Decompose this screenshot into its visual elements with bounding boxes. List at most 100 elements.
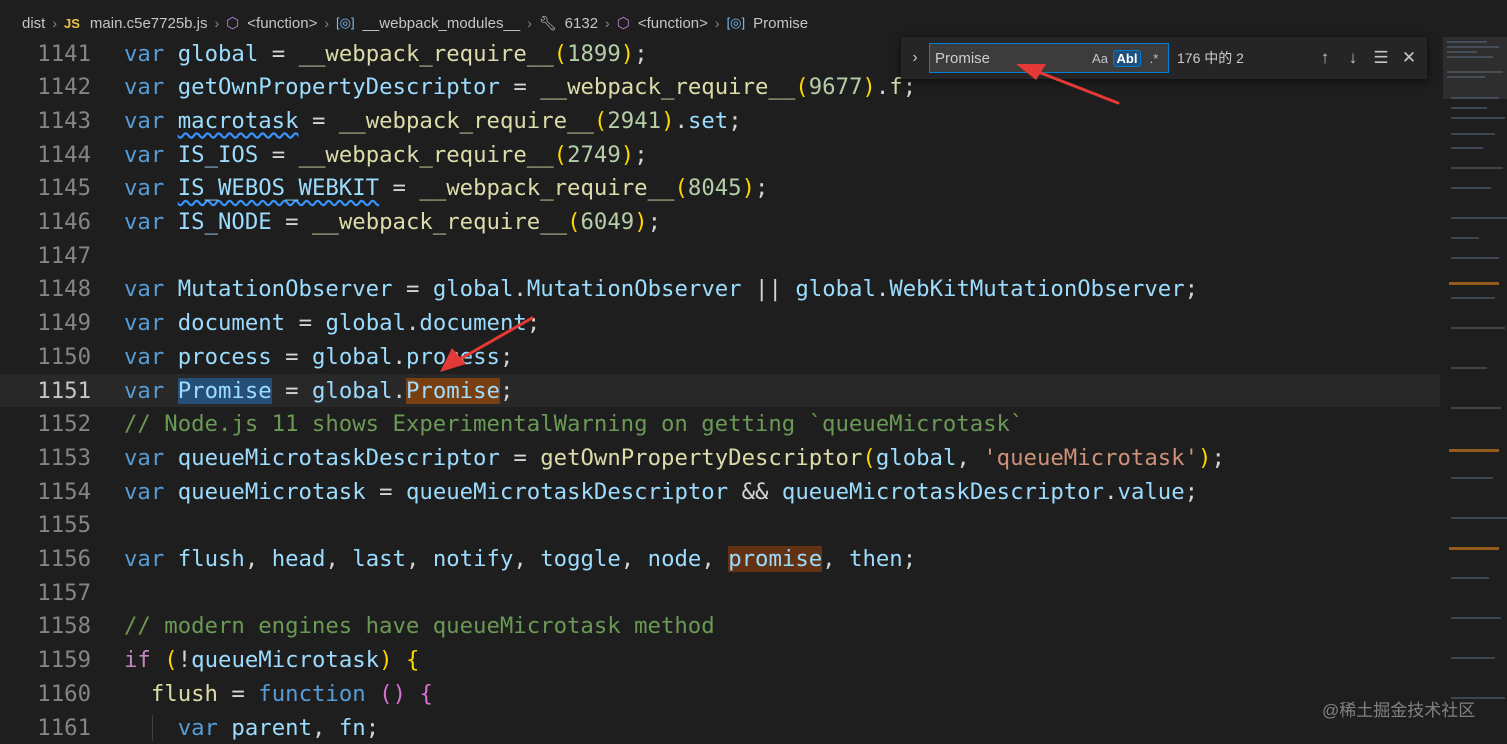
- breadcrumb-symbol-function-2[interactable]: ⬡ <function>: [617, 14, 708, 33]
- chevron-right-icon: ›: [527, 15, 532, 31]
- minimap[interactable]: [1443, 37, 1507, 741]
- minimap-find-highlight: [1449, 547, 1499, 550]
- selection-highlight: Promise: [177, 377, 272, 404]
- find-in-selection-icon[interactable]: ☰: [1367, 48, 1395, 68]
- minimap-line: [1447, 76, 1485, 78]
- minimap-line: [1451, 477, 1493, 479]
- code-text: var MutationObserver = global.MutationOb…: [124, 276, 1199, 303]
- code-line[interactable]: 1147: [0, 239, 1440, 272]
- code-line[interactable]: 1157: [0, 576, 1440, 609]
- code-line-current[interactable]: 1151 var Promise = global.Promise;: [0, 374, 1440, 407]
- line-number: 1143: [37, 107, 91, 134]
- find-input[interactable]: Promise Aa Abl .*: [929, 43, 1169, 73]
- next-match-arrow-down-icon[interactable]: ↓: [1339, 48, 1367, 68]
- minimap-line: [1451, 133, 1495, 135]
- code-line[interactable]: 1153 var queueMicrotaskDescriptor = getO…: [0, 441, 1440, 474]
- use-regex-toggle[interactable]: .*: [1141, 51, 1167, 66]
- breadcrumb-symbol-function[interactable]: ⬡ <function>: [226, 14, 317, 33]
- code-line[interactable]: 1148 var MutationObserver = global.Mutat…: [0, 273, 1440, 306]
- line-number: 1141: [37, 40, 91, 67]
- code-text: flush = function () {: [150, 680, 433, 707]
- minimap-line: [1447, 51, 1477, 53]
- previous-match-arrow-up-icon[interactable]: ↑: [1311, 48, 1339, 68]
- code-line[interactable]: 1155: [0, 509, 1440, 542]
- code-line[interactable]: 1158 // modern engines have queueMicrota…: [0, 610, 1440, 643]
- code-line[interactable]: 1161 var parent, fn;: [0, 711, 1440, 744]
- breadcrumb-symbol-modules[interactable]: [◎] __webpack_modules__: [336, 15, 520, 32]
- code-line[interactable]: 1152 // Node.js 11 shows ExperimentalWar…: [0, 408, 1440, 441]
- property-wrench-icon: 🔧︎: [538, 14, 557, 31]
- code-line[interactable]: 1146 var IS_NODE = __webpack_require__(6…: [0, 206, 1440, 239]
- minimap-line: [1451, 577, 1489, 579]
- code-text: if (!queueMicrotask) {: [124, 647, 420, 674]
- chevron-right-icon: ›: [214, 15, 220, 31]
- line-number: 1142: [37, 74, 91, 101]
- chevron-right-icon: ›: [605, 15, 610, 31]
- minimap-line: [1451, 107, 1487, 109]
- code-comment: // modern engines have queueMicrotask me…: [124, 613, 715, 640]
- minimap-line: [1451, 217, 1507, 219]
- code-text: var parent, fn;: [177, 714, 380, 741]
- minimap-line: [1451, 237, 1479, 239]
- minimap-line: [1451, 617, 1501, 619]
- minimap-find-highlight: [1449, 282, 1499, 285]
- code-line[interactable]: 1160 flush = function () {: [0, 677, 1440, 710]
- minimap-line: [1451, 407, 1501, 409]
- code-line[interactable]: 1150 var process = global.process;: [0, 340, 1440, 373]
- code-line[interactable]: 1149 var document = global.document;: [0, 307, 1440, 340]
- minimap-line: [1451, 657, 1495, 659]
- minimap-line: [1447, 46, 1499, 48]
- code-line[interactable]: 1159 if (!queueMicrotask) {: [0, 644, 1440, 677]
- close-icon[interactable]: ✕: [1395, 48, 1423, 68]
- toggle-replace-chevron-icon[interactable]: ›: [901, 49, 929, 67]
- chevron-right-icon: ›: [714, 15, 720, 31]
- code-text: var process = global.process;: [124, 343, 514, 370]
- minimap-line: [1447, 41, 1487, 43]
- minimap-line: [1451, 517, 1507, 519]
- code-line[interactable]: 1143 var macrotask = __webpack_require__…: [0, 104, 1440, 137]
- line-number: 1157: [37, 579, 91, 606]
- line-number: 1145: [37, 175, 91, 202]
- chevron-right-icon: ›: [52, 15, 58, 31]
- minimap-line: [1451, 367, 1487, 369]
- minimap-line: [1451, 297, 1495, 299]
- minimap-line: [1447, 56, 1493, 58]
- code-line[interactable]: 1154 var queueMicrotask = queueMicrotask…: [0, 475, 1440, 508]
- match-case-toggle[interactable]: Aa: [1087, 51, 1113, 66]
- code-line[interactable]: 1145 var IS_WEBOS_WEBKIT = __webpack_req…: [0, 172, 1440, 205]
- minimap-line: [1451, 117, 1505, 119]
- code-text: var document = global.document;: [124, 310, 541, 337]
- line-number: 1158: [37, 613, 91, 640]
- breadcrumb-folder-dist[interactable]: dist: [22, 15, 45, 32]
- find-match: promise: [728, 546, 823, 572]
- line-number: 1150: [37, 343, 91, 370]
- code-line[interactable]: 1156 var flush, head, last, notify, togg…: [0, 543, 1440, 576]
- variable-icon: [◎]: [726, 15, 746, 30]
- javascript-file-icon: JS: [64, 15, 80, 31]
- chevron-right-icon: ›: [324, 15, 330, 31]
- code-text: var flush, head, last, notify, toggle, n…: [124, 546, 917, 572]
- line-number: 1159: [37, 647, 91, 674]
- find-input-value: Promise: [935, 49, 991, 67]
- minimap-find-highlight: [1449, 449, 1499, 452]
- line-number: 1155: [37, 512, 91, 539]
- match-whole-word-toggle[interactable]: Abl: [1113, 49, 1141, 67]
- breadcrumb-symbol-promise[interactable]: [◎] Promise: [727, 15, 809, 32]
- minimap-line: [1451, 187, 1491, 189]
- current-find-match: Promise: [405, 377, 500, 404]
- breadcrumb-symbol-6132[interactable]: 🔧︎ 6132: [539, 15, 598, 32]
- find-widget: › Promise Aa Abl .* 176 中的 2 ↑ ↓ ☰ ✕: [901, 37, 1427, 79]
- method-cube-icon: ⬡: [226, 15, 240, 32]
- line-number: 1147: [37, 242, 91, 269]
- code-text: var IS_WEBOS_WEBKIT = __webpack_require_…: [124, 175, 769, 202]
- code-editor[interactable]: 1141 var global = __webpack_require__(18…: [0, 37, 1440, 741]
- code-text: var queueMicrotaskDescriptor = getOwnPro…: [124, 444, 1225, 471]
- code-line[interactable]: 1144 var IS_IOS = __webpack_require__(27…: [0, 138, 1440, 171]
- code-text: var getOwnPropertyDescriptor = __webpack…: [124, 74, 917, 101]
- line-number: 1146: [37, 209, 91, 235]
- breadcrumb-file[interactable]: JS main.c5e7725b.js: [64, 15, 207, 32]
- watermark: @稀土掘金技术社区: [1322, 701, 1476, 720]
- code-text: var queueMicrotask = queueMicrotaskDescr…: [124, 478, 1199, 505]
- find-result-count: 176 中的 2: [1177, 50, 1244, 66]
- line-number: 1149: [37, 310, 91, 337]
